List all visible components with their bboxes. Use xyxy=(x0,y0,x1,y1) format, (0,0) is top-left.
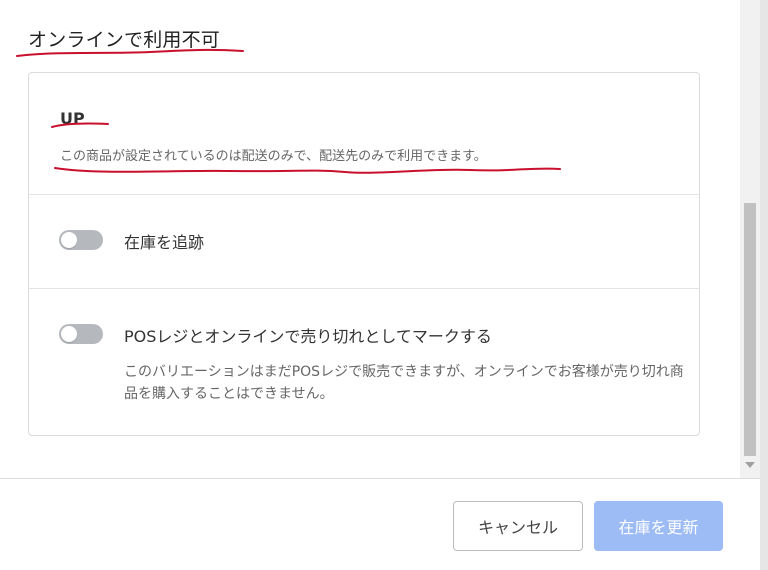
modal-scrollbar[interactable] xyxy=(740,0,760,478)
sold-out-row: POSレジとオンラインで売り切れとしてマークする このバリエーションはまだPOS… xyxy=(29,289,699,435)
window-edge xyxy=(760,0,768,570)
up-description: この商品が設定されているのは配送のみで、配送先のみで利用できます。 xyxy=(60,149,487,164)
toggle-knob xyxy=(61,232,77,248)
modal-body: オンラインで利用不可 UP この商品が設定されているのは配送のみで、配送先のみで… xyxy=(0,0,740,478)
update-inventory-button[interactable]: 在庫を更新 xyxy=(594,501,723,551)
track-inventory-toggle[interactable] xyxy=(59,230,103,250)
triangle-down-icon[interactable] xyxy=(745,462,755,468)
cancel-button[interactable]: キャンセル xyxy=(453,501,583,551)
track-inventory-row: 在庫を追跡 xyxy=(29,195,699,288)
track-inventory-label: 在庫を追跡 xyxy=(124,233,205,252)
sold-out-online-label: POSレジとオンラインで売り切れとしてマークする xyxy=(124,327,492,346)
sold-out-online-help: このバリエーションはまだPOSレジで販売できますが、オンラインでお客様が売り切れ… xyxy=(124,364,684,402)
modal-footer: キャンセル 在庫を更新 xyxy=(0,478,760,570)
scrollbar-thumb[interactable] xyxy=(744,203,756,456)
up-row: UP この商品が設定されているのは配送のみで、配送先のみで利用できます。 xyxy=(29,73,699,194)
section-title: オンラインで利用不可 xyxy=(28,29,221,51)
modal-page: オンラインで利用不可 UP この商品が設定されているのは配送のみで、配送先のみで… xyxy=(0,0,768,570)
variant-settings-card: UP この商品が設定されているのは配送のみで、配送先のみで利用できます。 在庫を… xyxy=(28,72,700,436)
up-title: UP xyxy=(60,109,85,128)
sold-out-online-toggle[interactable] xyxy=(59,324,103,344)
toggle-knob xyxy=(61,326,77,342)
